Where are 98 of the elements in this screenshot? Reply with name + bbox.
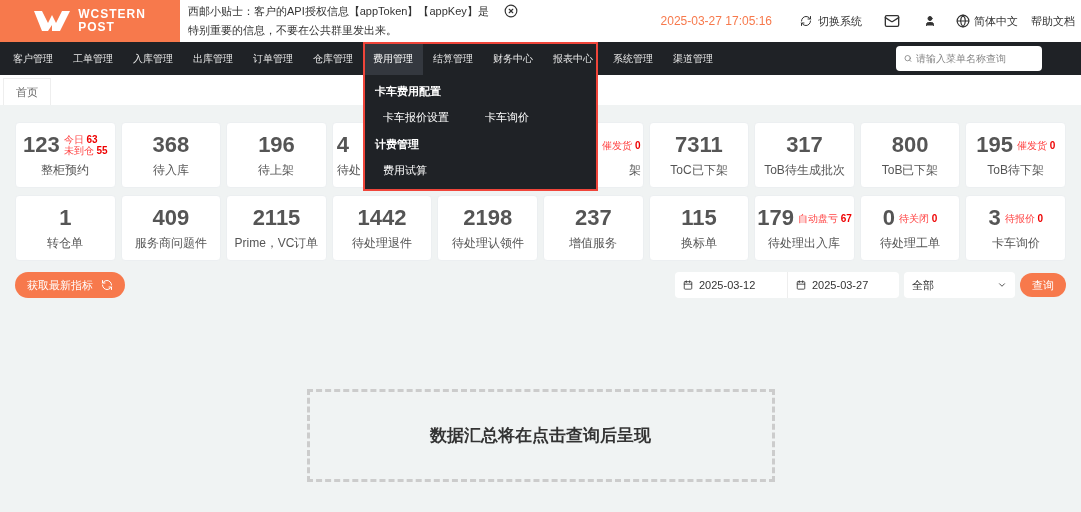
calendar-icon xyxy=(683,280,693,290)
stat-card[interactable]: 7311 ToC已下架 xyxy=(648,122,750,188)
stat-value: 409 xyxy=(152,207,190,229)
stat-label: 待处理工单 xyxy=(880,235,941,252)
stat-value: 123 xyxy=(23,134,60,156)
badge-text: 催发货 0 xyxy=(602,139,641,151)
nav-item[interactable]: 订单管理 xyxy=(243,42,303,75)
stat-card[interactable]: 196 待上架 xyxy=(226,122,327,188)
stat-label: 架 xyxy=(628,162,641,179)
stat-value: 1442 xyxy=(357,207,407,229)
stat-value: 2115 xyxy=(252,207,301,229)
page-tab[interactable]: 首页 xyxy=(3,78,51,105)
stat-label: 转仓单 xyxy=(47,235,84,252)
stat-card[interactable]: 1 转仓单 xyxy=(15,195,116,261)
menu-item[interactable]: 卡车报价设置 xyxy=(383,109,485,126)
stat-value: 4 xyxy=(336,134,350,156)
stat-card[interactable]: 237 增值服务 xyxy=(543,195,644,261)
start-date-field[interactable]: 2025-03-12 xyxy=(675,272,787,298)
switch-system-button[interactable]: 切换系统 xyxy=(800,12,862,30)
stat-label: ToB已下架 xyxy=(881,162,939,179)
nav-item[interactable]: 入库管理 xyxy=(123,42,183,75)
refresh-icon xyxy=(101,279,113,291)
stat-label: 待入库 xyxy=(152,162,189,179)
stat-value: 3 xyxy=(988,207,1001,229)
caret-icon xyxy=(997,280,1007,290)
stat-value: 317 xyxy=(786,134,823,156)
stat-card[interactable]: 2198 待处理认领件 xyxy=(437,195,538,261)
stat-label: 待处理认领件 xyxy=(451,235,524,252)
stat-value: 195 xyxy=(976,134,1013,156)
logo-text: WCSTERN xyxy=(78,8,146,21)
nav-item[interactable]: 财务中心 xyxy=(483,42,543,75)
filter-select[interactable]: 全部 xyxy=(904,272,1015,298)
menu-item[interactable]: 卡车询价 xyxy=(484,109,586,126)
menu-search-field[interactable]: 请输入菜单名称查询 xyxy=(896,46,1042,71)
badge-text: 待关闭 0 xyxy=(899,212,938,224)
stat-value: 7311 xyxy=(675,134,723,156)
badge-text: 催发货 0 xyxy=(1016,139,1056,151)
refresh-icon xyxy=(800,15,812,27)
stat-label: ToB待下架 xyxy=(987,162,1045,179)
stat-value: 368 xyxy=(152,134,190,156)
nav-item[interactable]: 费用管理 xyxy=(363,42,423,75)
w-logo-icon xyxy=(34,11,71,31)
menu-group-title: 卡车费用配置 xyxy=(375,83,442,99)
stat-card[interactable]: 409 服务商问题件 xyxy=(120,195,222,261)
stat-value: 237 xyxy=(574,207,612,229)
mail-icon[interactable] xyxy=(884,13,900,29)
calendar-icon xyxy=(796,280,806,290)
stat-label: 卡车询价 xyxy=(991,235,1040,252)
stat-value: 1 xyxy=(59,207,72,229)
user-icon[interactable] xyxy=(924,15,936,27)
nav-item[interactable]: 渠道管理 xyxy=(663,42,723,75)
nav-item[interactable]: 系统管理 xyxy=(603,42,663,75)
stat-label: 换标单 xyxy=(680,235,717,252)
globe-icon xyxy=(956,14,970,28)
stat-label: ToC已下架 xyxy=(670,162,728,179)
stat-value: 0 xyxy=(882,207,896,229)
stat-card[interactable]: 368 待入库 xyxy=(120,122,222,188)
stat-value: 115 xyxy=(681,207,717,229)
stat-card[interactable]: 317 ToB待生成批次 xyxy=(754,122,855,188)
stat-card[interactable]: 800 ToB已下架 xyxy=(859,122,961,188)
stat-label: ToB待生成批次 xyxy=(764,162,845,179)
badge-text: 自动盘亏 67 xyxy=(797,212,852,224)
badge-text: 今日 63 xyxy=(63,134,98,145)
stat-label: 服务商问题件 xyxy=(134,235,207,252)
logo-text: POST xyxy=(78,21,116,34)
stat-value: 196 xyxy=(258,134,295,156)
close-icon[interactable] xyxy=(504,4,518,18)
menu-group-title: 计费管理 xyxy=(375,136,420,152)
nav-item[interactable]: 出库管理 xyxy=(183,42,243,75)
nav-item[interactable]: 结算管理 xyxy=(423,42,483,75)
stat-label: 待处理出入库 xyxy=(768,235,841,252)
stat-card[interactable]: 115 换标单 xyxy=(648,195,750,261)
nav-item[interactable]: 客户管理 xyxy=(3,42,63,75)
help-link[interactable]: 帮助文档 xyxy=(1031,12,1075,30)
stat-label: 待处 xyxy=(336,162,361,179)
end-date-field[interactable]: 2025-03-27 xyxy=(787,272,899,298)
menu-item[interactable]: 费用试算 xyxy=(383,162,485,179)
stat-label: Prime，VC订单 xyxy=(234,235,319,252)
nav-item[interactable]: 工单管理 xyxy=(63,42,123,75)
badge-text: 未到仓 55 xyxy=(63,145,108,156)
menu-search-input[interactable]: 请输入菜单名称查询 xyxy=(916,51,1034,66)
nav-item[interactable]: 仓库管理 xyxy=(303,42,363,75)
datetime-text: 2025-03-27 17:05:16 xyxy=(660,13,772,30)
stat-card[interactable]: 2115 Prime，VC订单 xyxy=(226,195,327,261)
stat-label: 待上架 xyxy=(258,162,295,179)
stat-value: 800 xyxy=(891,134,929,156)
stat-label: 待处理退件 xyxy=(352,235,413,252)
stat-value: 179 xyxy=(757,207,794,229)
stat-value: 2198 xyxy=(463,207,513,229)
stat-card[interactable]: 1442 待处理退件 xyxy=(331,195,433,261)
search-icon xyxy=(904,53,912,64)
language-button[interactable]: 简体中文 xyxy=(956,12,1018,30)
nav-item[interactable]: 报表中心 xyxy=(543,42,603,75)
stat-label: 整柜预约 xyxy=(41,162,90,179)
stat-label: 增值服务 xyxy=(569,235,618,252)
notice-text: 西邮小贴士：客户的API授权信息【appToken】【appKey】是特别重要的信息，不要在公共群里发出来。 xyxy=(188,4,490,38)
badge-text: 待报价 0 xyxy=(1004,212,1043,224)
empty-state-text: 数据汇总将在点击查询后呈现 xyxy=(430,424,651,447)
